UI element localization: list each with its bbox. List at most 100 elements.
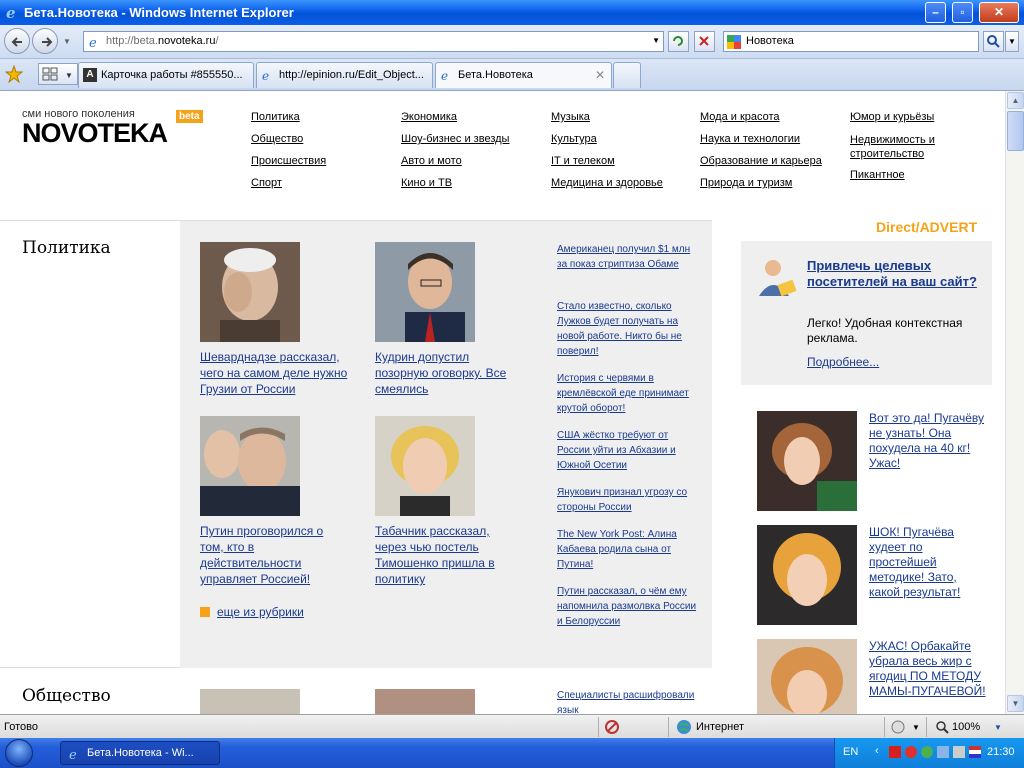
close-window-button[interactable]: ✕: [979, 2, 1019, 23]
internet-zone-icon: [677, 720, 691, 734]
nav-sport[interactable]: Спорт: [251, 177, 282, 189]
opera-icon[interactable]: [905, 746, 917, 758]
nav-muzyka[interactable]: Музыка: [551, 111, 590, 123]
teaser-photo-1[interactable]: [757, 411, 857, 511]
svg-text:e: e: [262, 69, 269, 82]
volume-icon[interactable]: [953, 746, 965, 758]
search-icon: [987, 35, 1000, 48]
search-options-dropdown[interactable]: ▼: [1005, 31, 1019, 52]
address-bar[interactable]: e http://beta.novoteka.ru/ ▼: [83, 31, 664, 52]
search-button[interactable]: [983, 31, 1004, 52]
search-input[interactable]: Новотека: [723, 31, 979, 52]
protected-mode-icon[interactable]: [890, 719, 906, 735]
nav-obshchestvo[interactable]: Общество: [251, 133, 303, 145]
nav-politika[interactable]: Политика: [251, 111, 300, 123]
status-text: Готово: [4, 721, 38, 733]
nav-kultura[interactable]: Культура: [551, 133, 597, 145]
address-url: http://beta.novoteka.ru/: [106, 35, 219, 47]
news-item[interactable]: Путин рассказал, о чём ему напомнила раз…: [557, 584, 697, 629]
clock[interactable]: 21:30: [987, 746, 1015, 758]
language-indicator[interactable]: EN: [843, 746, 858, 758]
icq-icon[interactable]: [921, 746, 933, 758]
forward-button[interactable]: [32, 28, 58, 54]
nav-proisshestviya[interactable]: Происшествия: [251, 155, 326, 167]
arrow-right-icon: [200, 607, 210, 617]
photo-society-2[interactable]: [375, 689, 475, 714]
news-item[interactable]: The New York Post: Алина Кабаева родила …: [557, 527, 697, 572]
flag-icon[interactable]: [969, 746, 981, 758]
taskbar-item-label: Бета.Новотека - Wi...: [87, 747, 194, 759]
nav-priroda[interactable]: Природа и туризм: [700, 177, 792, 189]
new-tab-button[interactable]: [613, 62, 641, 88]
teaser-photo-2[interactable]: [757, 525, 857, 625]
photo-society-1[interactable]: [200, 689, 300, 714]
recent-pages-dropdown-icon[interactable]: ▼: [63, 37, 71, 46]
refresh-button[interactable]: [668, 31, 689, 52]
photo-kudrin[interactable]: [375, 242, 475, 342]
tab-epinion[interactable]: e http://epinion.ru/Edit_Object...: [256, 62, 433, 88]
teaser-link[interactable]: ШОК! Пугачёва худеет по простейшей метод…: [869, 525, 989, 600]
zoom-level[interactable]: 100%: [952, 721, 980, 733]
news-item[interactable]: Американец получил $1 млн за показ стрип…: [557, 242, 697, 272]
nav-it[interactable]: IT и телеком: [551, 155, 615, 167]
nav-medicina[interactable]: Медицина и здоровье: [551, 177, 663, 189]
tab-label: http://epinion.ru/Edit_Object...: [279, 69, 424, 81]
zoom-dropdown-icon[interactable]: ▼: [994, 723, 1002, 732]
network-icon[interactable]: [937, 746, 949, 758]
tab-novoteka[interactable]: e Бета.Новотека ✕: [435, 62, 612, 88]
news-item[interactable]: Специалисты расшифровали язык: [557, 688, 697, 714]
popup-blocker-icon[interactable]: [604, 719, 620, 735]
more-label: еще из рубрики: [217, 605, 304, 619]
photo-shevardnadze[interactable]: [200, 242, 300, 342]
advert-more-link[interactable]: Подробнее...: [807, 355, 879, 369]
scroll-up-button[interactable]: ▲: [1007, 92, 1024, 109]
maximize-button[interactable]: ▫: [952, 2, 973, 23]
protected-mode-dropdown-icon[interactable]: ▼: [912, 723, 920, 732]
minimize-button[interactable]: –: [925, 2, 946, 23]
nav-kino[interactable]: Кино и ТВ: [401, 177, 452, 189]
story-shevardnadze[interactable]: Шеварднадзе рассказал, чего на самом дел…: [200, 349, 360, 397]
nav-obrazovanie[interactable]: Образование и карьера: [700, 155, 822, 167]
teaser-photo-3[interactable]: [757, 639, 857, 714]
quick-tabs-button[interactable]: ▼: [38, 63, 78, 85]
photo-putin[interactable]: [200, 416, 300, 516]
nav-moda[interactable]: Мода и красота: [700, 111, 780, 123]
scroll-thumb[interactable]: [1007, 111, 1024, 151]
news-item[interactable]: История с червями в кремлёвской еде прин…: [557, 371, 697, 416]
tray-expand-icon[interactable]: ‹: [875, 745, 879, 757]
site-logo[interactable]: NOVOTEKA: [22, 118, 168, 149]
close-tab-icon[interactable]: ✕: [595, 68, 605, 82]
favorites-star-icon[interactable]: [5, 65, 23, 83]
nav-nedvizhimost[interactable]: Недвижимость и строительство: [850, 133, 970, 161]
advert-title[interactable]: Привлечь целевых посетителей на ваш сайт…: [807, 258, 977, 290]
story-kudrin[interactable]: Кудрин допустил позорную оговорку. Все с…: [375, 349, 525, 397]
teaser-link[interactable]: Вот это да! Пугачёву не узнать! Она поху…: [869, 411, 989, 471]
more-from-section-link[interactable]: еще из рубрики: [200, 605, 304, 619]
back-button[interactable]: [4, 28, 30, 54]
stop-button[interactable]: [694, 31, 715, 52]
nav-shou-biznes[interactable]: Шоу-бизнес и звезды: [401, 133, 509, 145]
scroll-down-button[interactable]: ▼: [1007, 695, 1024, 712]
tab-kartochka[interactable]: A Карточка работы #855550...: [78, 62, 254, 88]
news-item[interactable]: США жёстко требуют от России уйти из Абх…: [557, 428, 697, 473]
start-button[interactable]: [0, 738, 46, 768]
status-bar: Готово Интернет ▼ 100% ▼: [0, 714, 1024, 738]
teaser-link[interactable]: УЖАС! Орбакайте убрала весь жир с ягодиц…: [869, 639, 989, 699]
story-putin[interactable]: Путин проговорился о том, кто в действит…: [200, 523, 345, 587]
nav-ekonomika[interactable]: Экономика: [401, 111, 457, 123]
vertical-scrollbar[interactable]: ▲ ▼: [1005, 91, 1024, 714]
story-tabachnik[interactable]: Табачник рассказал, через чью постель Ти…: [375, 523, 515, 587]
security-zone-label: Интернет: [696, 721, 744, 733]
nav-pikantnoe[interactable]: Пикантное: [850, 169, 905, 181]
zoom-icon[interactable]: [934, 719, 950, 735]
antivirus-icon[interactable]: [889, 746, 901, 758]
news-item[interactable]: Янукович признал угрозу со стороны Росси…: [557, 485, 697, 515]
nav-avto[interactable]: Авто и мото: [401, 155, 462, 167]
address-dropdown-icon[interactable]: ▼: [652, 36, 660, 45]
nav-yumor[interactable]: Юмор и курьёзы: [850, 111, 934, 123]
nav-nauka[interactable]: Наука и технологии: [700, 133, 800, 145]
advert-person-icon: [759, 260, 797, 297]
news-item[interactable]: Стало известно, сколько Лужков будет пол…: [557, 299, 697, 359]
taskbar-item-ie[interactable]: e Бета.Новотека - Wi...: [60, 741, 220, 765]
photo-timoshenko[interactable]: [375, 416, 475, 516]
